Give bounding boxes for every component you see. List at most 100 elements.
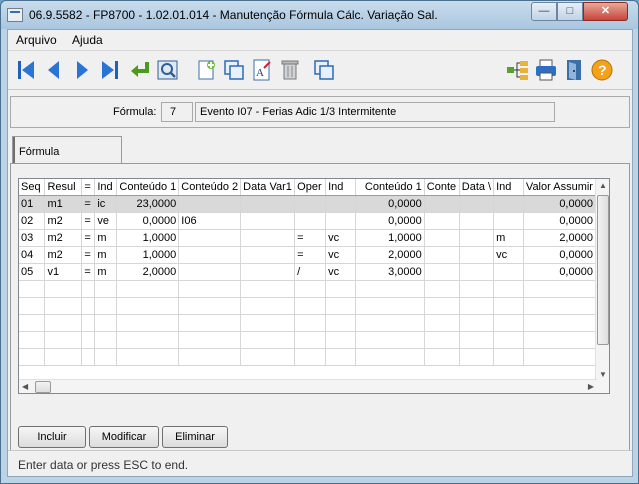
table-cell[interactable] (459, 297, 495, 315)
table-cell[interactable]: 01 (19, 195, 46, 213)
col-header[interactable]: Data Var1 (240, 179, 296, 196)
col-header[interactable]: Conteúdo 2 (178, 179, 242, 196)
table-cell[interactable] (493, 348, 524, 366)
table-cell[interactable]: m (94, 263, 118, 281)
table-cell[interactable]: m (94, 229, 118, 247)
table-cell[interactable] (81, 348, 96, 366)
table-cell[interactable] (94, 314, 118, 332)
formula-number-field[interactable]: 7 (161, 102, 193, 122)
table-cell[interactable]: vc (493, 246, 524, 264)
previous-record-button[interactable] (40, 56, 68, 84)
table-cell[interactable] (19, 348, 46, 366)
table-cell[interactable] (44, 297, 83, 315)
copy-record-button[interactable] (220, 56, 248, 84)
last-record-button[interactable] (96, 56, 124, 84)
col-header[interactable]: Oper (294, 179, 327, 196)
table-cell[interactable]: ve (94, 212, 118, 230)
table-cell[interactable]: 1,0000 (116, 229, 180, 247)
table-cell[interactable]: I06 (178, 212, 242, 230)
table-cell[interactable] (178, 297, 242, 315)
help-button[interactable]: ? (588, 56, 616, 84)
table-cell[interactable] (178, 331, 242, 349)
table-row[interactable]: 01 m1 = ic 23,0000 0,0000 0,0000 (19, 195, 609, 213)
col-header[interactable]: Data \ (459, 179, 495, 196)
table-cell[interactable]: 04 (19, 246, 46, 264)
table-cell[interactable]: = (81, 246, 96, 264)
table-row[interactable]: 04 m2 = m 1,0000 = vc 2,0000 vc 0,0000 (19, 246, 609, 264)
table-cell[interactable] (19, 297, 46, 315)
table-cell[interactable]: 1,0000 (116, 246, 180, 264)
table-row[interactable]: 05 v1 = m 2,0000 /vc 3,0000 0,0000 (19, 263, 609, 281)
table-cell[interactable] (459, 212, 495, 230)
table-cell[interactable] (493, 263, 524, 281)
table-cell[interactable] (94, 297, 118, 315)
table-cell[interactable]: = (294, 246, 327, 264)
print-button[interactable] (532, 56, 560, 84)
table-cell[interactable]: 2,0000 (116, 263, 180, 281)
table-cell[interactable] (459, 314, 495, 332)
table-cell[interactable]: = (81, 229, 96, 247)
first-record-button[interactable] (12, 56, 40, 84)
table-cell[interactable]: m (493, 229, 524, 247)
col-header[interactable]: Conteúdo 1 (116, 179, 180, 196)
table-cell[interactable] (116, 314, 180, 332)
table-cell[interactable] (523, 297, 596, 315)
table-cell[interactable] (116, 280, 180, 298)
table-cell[interactable] (178, 280, 242, 298)
table-cell[interactable] (294, 348, 327, 366)
table-cell[interactable]: 0,0000 (355, 212, 425, 230)
new-record-button[interactable] (192, 56, 220, 84)
table-cell[interactable] (424, 246, 460, 264)
vertical-scroll-thumb[interactable] (597, 195, 609, 345)
table-cell[interactable] (325, 331, 356, 349)
table-cell[interactable] (81, 331, 96, 349)
table-cell[interactable] (44, 314, 83, 332)
table-row[interactable]: 02 m2 = ve 0,0000 I06 0,0000 0,0000 (19, 212, 609, 230)
formula-grid[interactable]: Seq Resul = Ind Conteúdo 1 Conteúdo 2 Da… (18, 178, 610, 394)
table-cell[interactable] (178, 263, 242, 281)
table-cell[interactable] (294, 331, 327, 349)
table-cell[interactable] (493, 297, 524, 315)
table-cell[interactable]: ic (94, 195, 118, 213)
table-cell[interactable] (424, 280, 460, 298)
table-cell[interactable]: m2 (44, 229, 83, 247)
table-cell[interactable] (94, 348, 118, 366)
table-cell[interactable] (240, 229, 296, 247)
table-cell[interactable]: 05 (19, 263, 46, 281)
table-row[interactable] (19, 348, 609, 366)
table-cell[interactable] (178, 229, 242, 247)
table-cell[interactable]: 3,0000 (355, 263, 425, 281)
tab-formula[interactable]: Fórmula (12, 136, 122, 164)
table-cell[interactable]: = (294, 229, 327, 247)
table-cell[interactable] (493, 314, 524, 332)
delete-button[interactable] (276, 56, 304, 84)
table-cell[interactable]: = (81, 195, 96, 213)
table-cell[interactable] (240, 212, 296, 230)
table-cell[interactable] (94, 280, 118, 298)
table-cell[interactable] (493, 195, 524, 213)
table-cell[interactable]: 03 (19, 229, 46, 247)
table-cell[interactable]: v1 (44, 263, 83, 281)
col-header[interactable]: Ind (94, 179, 118, 196)
vertical-scrollbar[interactable]: ▲ ▼ (595, 179, 609, 393)
menu-ajuda[interactable]: Ajuda (72, 33, 103, 47)
menu-arquivo[interactable]: Arquivo (16, 33, 57, 47)
table-cell[interactable] (523, 331, 596, 349)
table-cell[interactable]: vc (325, 246, 356, 264)
table-cell[interactable] (523, 280, 596, 298)
table-cell[interactable] (81, 280, 96, 298)
scroll-left-icon[interactable]: ◀ (22, 382, 28, 391)
table-cell[interactable] (355, 348, 425, 366)
next-record-button[interactable] (68, 56, 96, 84)
table-cell[interactable]: = (81, 263, 96, 281)
table-cell[interactable] (523, 348, 596, 366)
table-row[interactable] (19, 280, 609, 298)
table-cell[interactable]: m2 (44, 246, 83, 264)
maximize-button[interactable]: □ (557, 2, 583, 21)
col-header[interactable]: Seq (19, 179, 46, 196)
table-cell[interactable]: 0,0000 (523, 263, 596, 281)
table-cell[interactable] (116, 297, 180, 315)
table-cell[interactable] (459, 348, 495, 366)
table-cell[interactable]: 2,0000 (523, 229, 596, 247)
table-cell[interactable] (325, 314, 356, 332)
